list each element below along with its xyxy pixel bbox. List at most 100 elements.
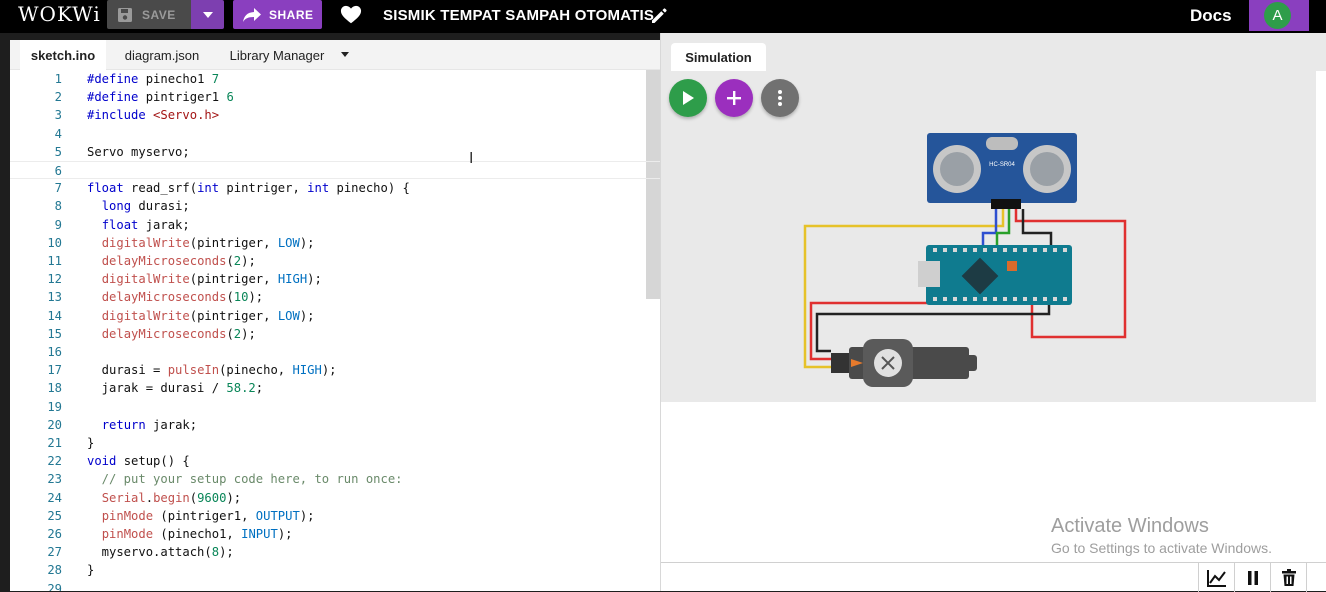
code-line[interactable]: 2 #define pintriger1 6 bbox=[10, 88, 660, 106]
line-number: 29 bbox=[47, 581, 62, 591]
line-number: 17 bbox=[47, 363, 62, 378]
code-text[interactable]: Serial.begin(9600); bbox=[87, 489, 241, 507]
code-text[interactable]: #include <Servo.h> bbox=[87, 106, 219, 124]
circuit-diagram[interactable]: HC-SR04 bbox=[791, 133, 1271, 395]
code-line[interactable]: 20 return jarak; bbox=[10, 416, 660, 434]
line-number: 22 bbox=[47, 454, 62, 469]
code-line[interactable]: 19 bbox=[10, 398, 660, 416]
code-line[interactable]: 3 #include <Servo.h> bbox=[10, 106, 660, 124]
wokwi-logo[interactable]: WOKWi bbox=[18, 2, 101, 26]
code-text[interactable]: digitalWrite(pintriger, LOW); bbox=[87, 307, 315, 325]
code-line[interactable]: 21} bbox=[10, 434, 660, 452]
code-line[interactable]: 26 pinMode (pinecho1, INPUT); bbox=[10, 525, 660, 543]
chart-icon bbox=[1206, 569, 1226, 587]
start-simulation-button[interactable] bbox=[669, 79, 707, 117]
code-text[interactable]: pinMode (pinecho1, INPUT); bbox=[87, 525, 293, 543]
clear-button[interactable] bbox=[1271, 563, 1307, 592]
code-line[interactable]: 13 delayMicroseconds(10); bbox=[10, 288, 660, 306]
code-line[interactable]: 15 delayMicroseconds(2); bbox=[10, 325, 660, 343]
servo-motor[interactable] bbox=[831, 339, 977, 387]
line-number: 23 bbox=[47, 472, 62, 487]
simulation-canvas[interactable]: HC-SR04 bbox=[661, 71, 1316, 402]
line-number: 19 bbox=[47, 399, 62, 414]
code-line[interactable]: 18 jarak = durasi / 58.2; bbox=[10, 379, 660, 397]
share-button[interactable]: SHARE bbox=[233, 0, 322, 29]
code-text[interactable]: durasi = pulseIn(pinecho, HIGH); bbox=[87, 361, 337, 379]
code-line[interactable]: 28} bbox=[10, 561, 660, 579]
simulation-panel: Simulation HC-SR04 Activate Windows Go t… bbox=[660, 33, 1326, 592]
code-text[interactable]: delayMicroseconds(10); bbox=[87, 288, 263, 306]
more-options-button[interactable] bbox=[761, 79, 799, 117]
tab-diagram-json[interactable]: diagram.json bbox=[114, 40, 210, 70]
code-line[interactable]: 8 long durasi; bbox=[10, 197, 660, 215]
code-line[interactable]: 14 digitalWrite(pintriger, LOW); bbox=[10, 307, 660, 325]
line-number: 18 bbox=[47, 381, 62, 396]
code-line[interactable]: 9 float jarak; bbox=[10, 216, 660, 234]
pause-button[interactable] bbox=[1235, 563, 1271, 592]
line-number: 3 bbox=[54, 108, 62, 123]
code-line[interactable]: 4 bbox=[10, 125, 660, 143]
save-label: SAVE bbox=[142, 7, 176, 22]
line-number: 13 bbox=[47, 290, 62, 305]
code-line[interactable]: 11 delayMicroseconds(2); bbox=[10, 252, 660, 270]
ultrasonic-sensor[interactable]: HC-SR04 bbox=[927, 133, 1077, 209]
plotter-button[interactable] bbox=[1199, 563, 1235, 592]
code-text[interactable]: long durasi; bbox=[87, 197, 190, 215]
add-part-button[interactable] bbox=[715, 79, 753, 117]
code-text[interactable]: void setup() { bbox=[87, 452, 190, 470]
code-text[interactable]: myservo.attach(8); bbox=[87, 543, 234, 561]
simulation-header: Simulation bbox=[661, 33, 1326, 71]
code-text[interactable]: digitalWrite(pintriger, LOW); bbox=[87, 234, 315, 252]
code-text[interactable]: digitalWrite(pintriger, HIGH); bbox=[87, 270, 322, 288]
play-icon bbox=[683, 91, 694, 105]
code-line[interactable]: 24 Serial.begin(9600); bbox=[10, 489, 660, 507]
code-line[interactable]: 10 digitalWrite(pintriger, LOW); bbox=[10, 234, 660, 252]
code-text[interactable]: delayMicroseconds(2); bbox=[87, 252, 256, 270]
code-line[interactable]: 27 myservo.attach(8); bbox=[10, 543, 660, 561]
serial-input[interactable] bbox=[661, 563, 1199, 592]
code-editor-panel: sketch.ino diagram.json Library Manager … bbox=[10, 40, 660, 591]
code-line[interactable]: 5 Servo myservo; bbox=[10, 143, 660, 161]
code-text[interactable]: delayMicroseconds(2); bbox=[87, 325, 256, 343]
more-vertical-icon bbox=[778, 90, 782, 106]
code-text[interactable]: #define pinecho1 7 bbox=[87, 70, 219, 88]
pencil-icon[interactable] bbox=[649, 6, 669, 26]
code-text[interactable]: float jarak; bbox=[87, 216, 190, 234]
arduino-nano[interactable] bbox=[918, 245, 1072, 305]
code-line[interactable]: 22 void setup() { bbox=[10, 452, 660, 470]
tab-simulation[interactable]: Simulation bbox=[671, 43, 766, 71]
code-line[interactable]: 17 durasi = pulseIn(pinecho, HIGH); bbox=[10, 361, 660, 379]
code-text[interactable]: } bbox=[87, 434, 94, 452]
line-number: 5 bbox=[54, 144, 62, 159]
save-options-button[interactable] bbox=[191, 0, 224, 29]
line-number: 24 bbox=[47, 490, 62, 505]
code-text[interactable]: float read_srf(int pintriger, int pinech… bbox=[87, 179, 410, 197]
caret-down-icon[interactable] bbox=[340, 51, 350, 59]
code-line[interactable]: 23 // put your setup code here, to run o… bbox=[10, 470, 660, 488]
docs-link[interactable]: Docs bbox=[1190, 6, 1232, 26]
line-number: 27 bbox=[47, 545, 62, 560]
code-line[interactable]: 6 bbox=[10, 161, 660, 180]
avatar[interactable]: A bbox=[1264, 2, 1291, 29]
code-text[interactable]: Servo myservo; bbox=[87, 143, 190, 161]
code-text[interactable]: } bbox=[87, 561, 94, 579]
code-line[interactable]: 16 bbox=[10, 343, 660, 361]
code-text[interactable]: // put your setup code here, to run once… bbox=[87, 470, 403, 488]
line-number: 25 bbox=[47, 508, 62, 523]
serial-console-bar bbox=[661, 562, 1326, 592]
code-line[interactable]: 12 digitalWrite(pintriger, HIGH); bbox=[10, 270, 660, 288]
code-text[interactable]: pinMode (pintriger1, OUTPUT); bbox=[87, 507, 315, 525]
tab-sketch-ino[interactable]: sketch.ino bbox=[20, 40, 106, 70]
save-button[interactable]: SAVE bbox=[107, 0, 191, 29]
floppy-icon bbox=[118, 7, 132, 22]
code-area[interactable]: 1 #define pinecho1 7 2 #define pintriger1 6… bbox=[10, 70, 660, 591]
code-text[interactable]: return jarak; bbox=[87, 416, 197, 434]
code-line[interactable]: 1 #define pinecho1 7 bbox=[10, 70, 660, 88]
code-text[interactable]: #define pintriger1 6 bbox=[87, 88, 234, 106]
heart-icon[interactable] bbox=[340, 4, 362, 26]
code-text[interactable]: jarak = durasi / 58.2; bbox=[87, 379, 263, 397]
code-line[interactable]: 29 bbox=[10, 580, 660, 591]
code-line[interactable]: 25 pinMode (pintriger1, OUTPUT); bbox=[10, 507, 660, 525]
tab-library-manager[interactable]: Library Manager bbox=[220, 40, 334, 70]
code-line[interactable]: 7 float read_srf(int pintriger, int pinec… bbox=[10, 179, 660, 197]
